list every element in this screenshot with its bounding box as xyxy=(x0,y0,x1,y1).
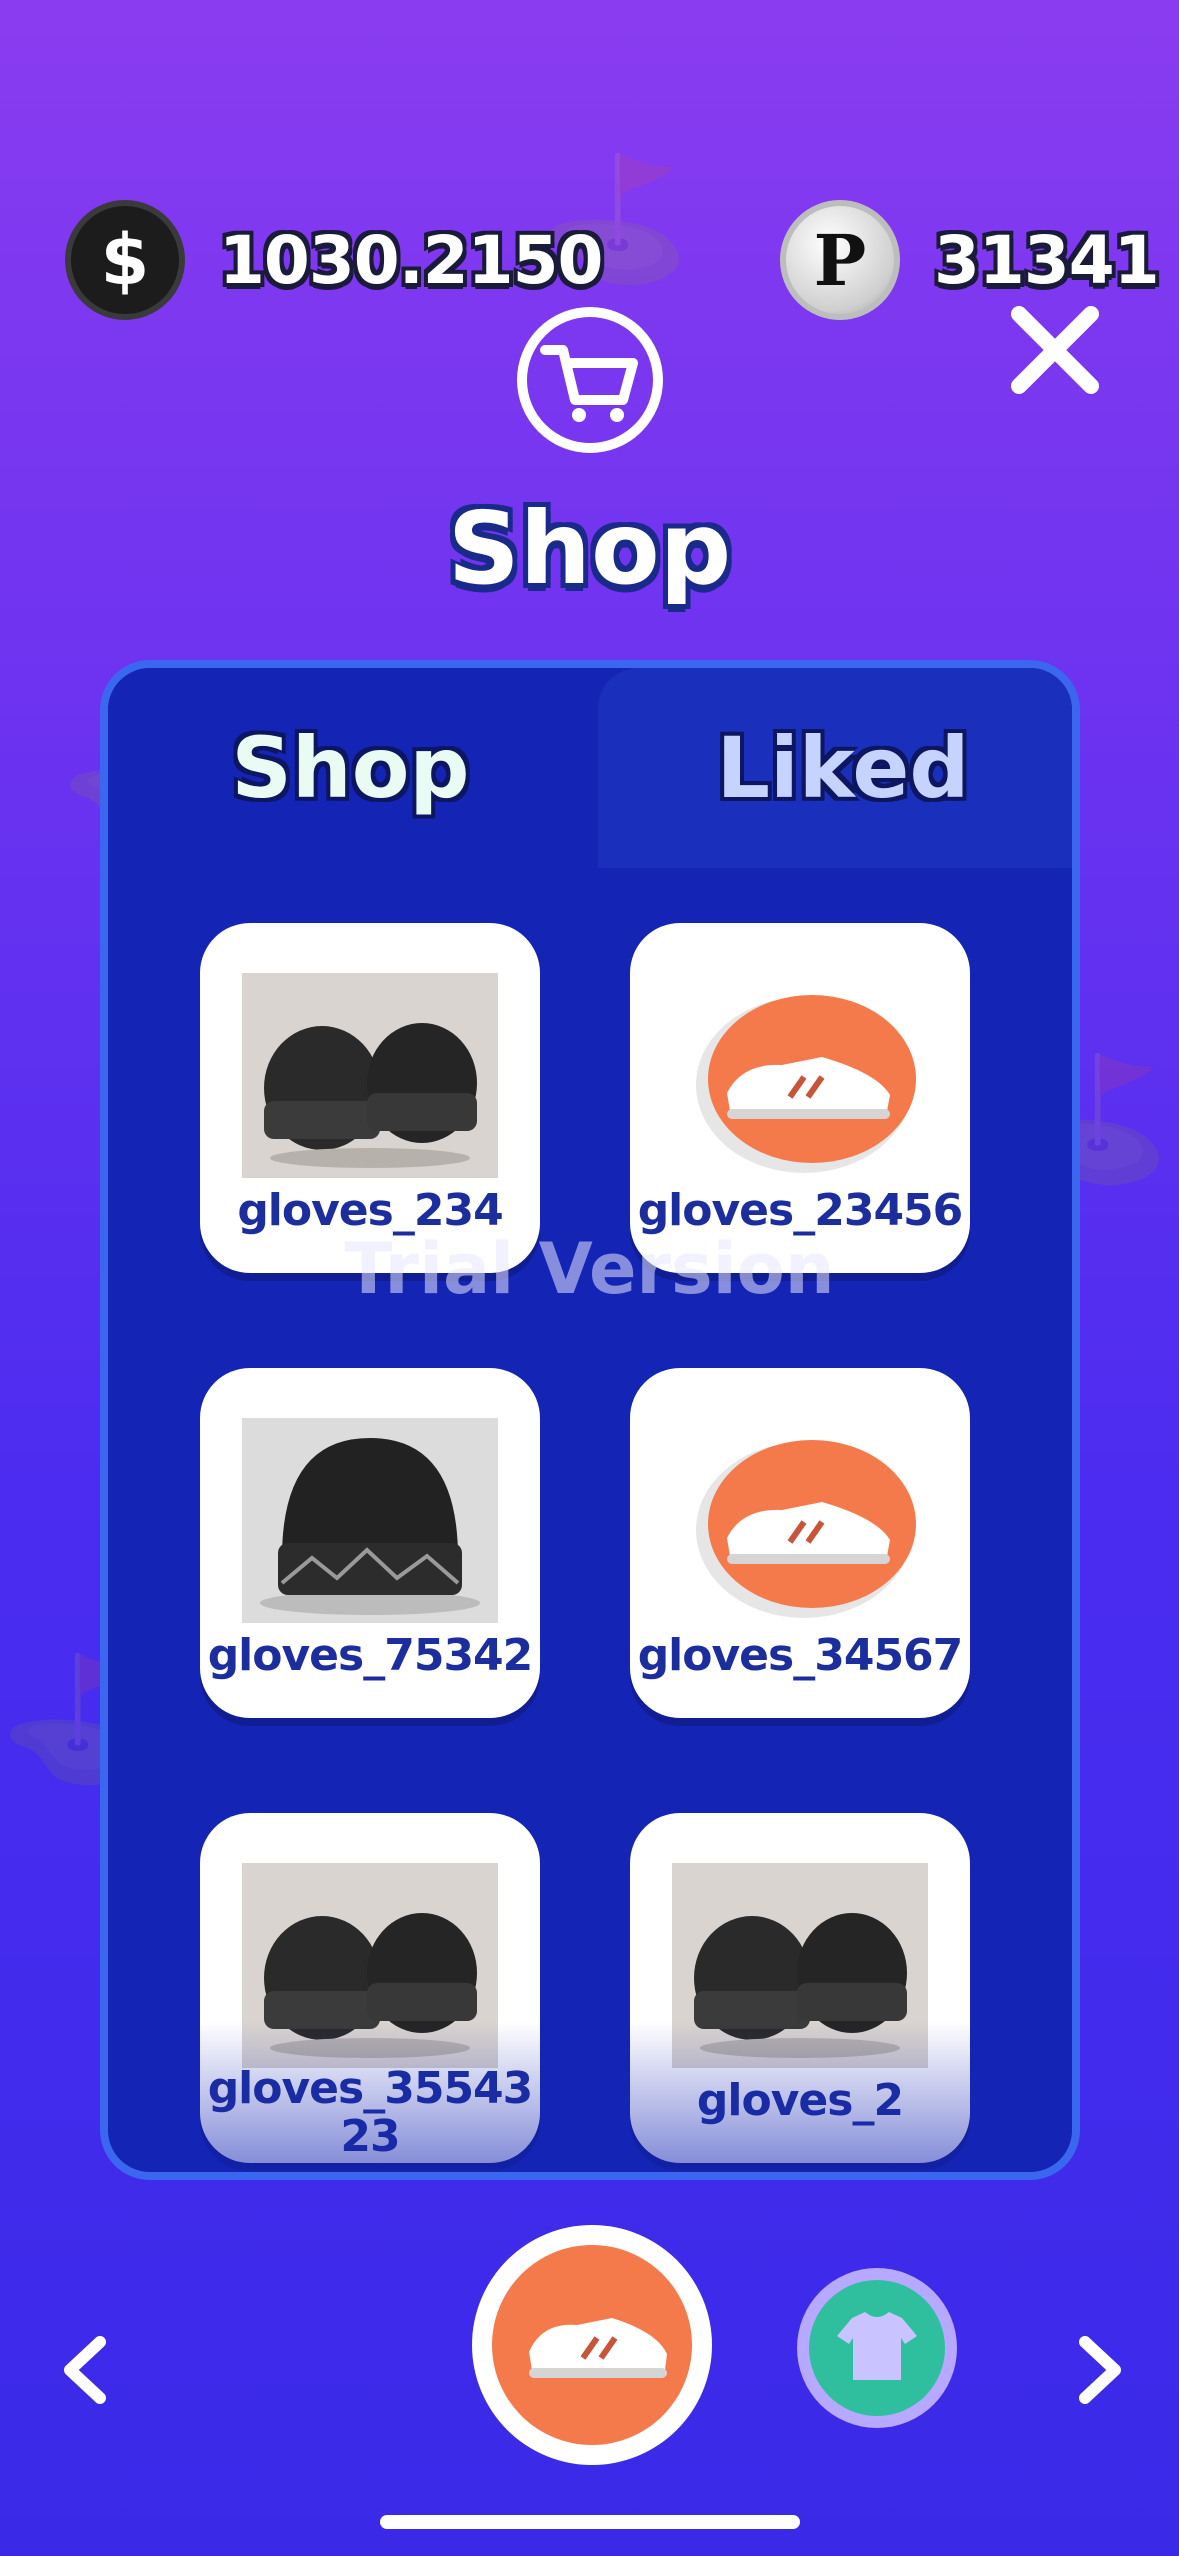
sneaker-icon xyxy=(696,1440,916,1618)
points-balance-value: 31341 xyxy=(934,221,1160,299)
chevron-left-icon[interactable] xyxy=(45,2320,125,2420)
chevron-right-icon[interactable] xyxy=(1060,2320,1140,2420)
tab-liked[interactable]: Liked xyxy=(598,668,1072,868)
home-indicator[interactable] xyxy=(380,2515,800,2529)
beanie-image xyxy=(672,1863,928,2068)
page-title: Shop xyxy=(447,490,732,607)
item-card[interactable]: gloves_2 xyxy=(630,1813,970,2163)
category-other-button[interactable] xyxy=(797,2268,957,2428)
sneaker-icon xyxy=(492,2245,692,2445)
shopping-cart-icon xyxy=(517,307,663,453)
item-label: gloves_2 xyxy=(696,2075,904,2126)
sneaker-icon xyxy=(696,995,916,1173)
tab-shop[interactable]: Shop xyxy=(108,668,593,868)
item-card[interactable]: gloves_23456 xyxy=(630,923,970,1273)
item-card[interactable]: gloves_234 xyxy=(200,923,540,1273)
item-label: gloves_75342 xyxy=(207,1630,534,1681)
item-label: gloves_34567 xyxy=(637,1630,964,1681)
p-coin-icon: P xyxy=(780,200,900,320)
shop-panel: Shop Liked gloves_234 gloves_23456 glove… xyxy=(100,660,1080,2180)
beanie-image xyxy=(242,1863,498,2068)
item-card[interactable]: gloves_34567 xyxy=(630,1368,970,1718)
dollar-coin-icon: $ xyxy=(65,200,185,320)
item-card[interactable]: gloves_3554323 xyxy=(200,1813,540,2163)
item-card[interactable]: gloves_75342 xyxy=(200,1368,540,1718)
beanie-image xyxy=(242,1418,498,1623)
beanie-image xyxy=(242,973,498,1178)
category-selected-button[interactable] xyxy=(472,2225,712,2465)
shirt-icon xyxy=(809,2280,945,2416)
trial-watermark: Trial Version xyxy=(344,1228,835,1310)
item-label: gloves_3554323 xyxy=(207,2063,534,2162)
close-icon[interactable] xyxy=(1005,300,1105,400)
dollar-balance-value: 1030.2150 xyxy=(219,221,603,299)
